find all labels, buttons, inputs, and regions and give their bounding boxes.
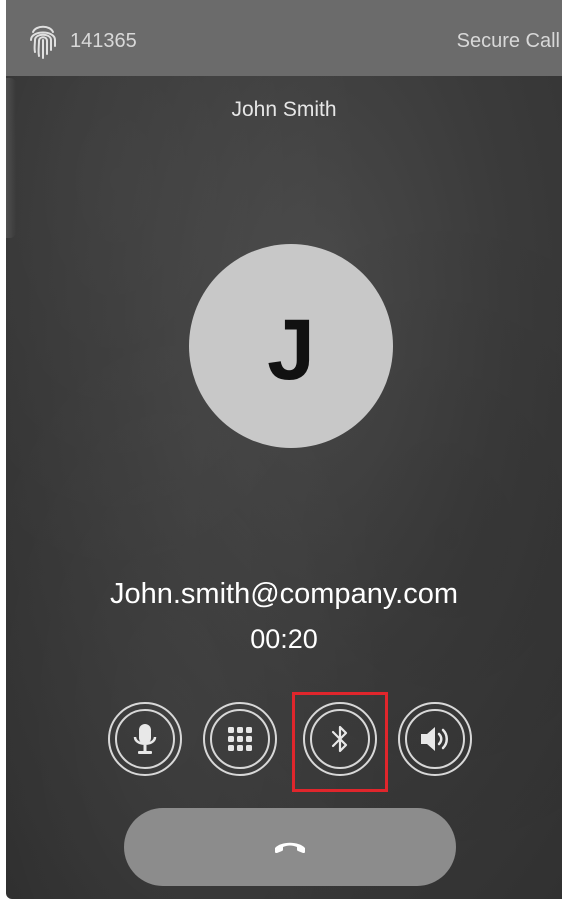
call-screen: 141365 Secure Call John Smith J John.smi… — [6, 0, 562, 899]
fingerprint-icon — [30, 25, 56, 59]
bluetooth-highlight-box — [292, 692, 388, 792]
speaker-button-ring — [405, 709, 465, 769]
speaker-button[interactable] — [398, 702, 472, 776]
secure-call-label: Secure Call — [456, 30, 560, 52]
mute-button-ring — [115, 709, 175, 769]
status-bar: 141365 Secure Call — [6, 0, 562, 76]
call-timer: 00:20 — [250, 624, 318, 654]
dialpad-icon — [228, 727, 252, 751]
background-texture — [6, 0, 562, 899]
dialpad-button[interactable] — [203, 702, 277, 776]
caller-email: John.smith@company.com — [109, 578, 459, 610]
avatar-initial: J — [267, 302, 315, 398]
microphone-icon — [133, 724, 157, 754]
caller-name: John Smith — [231, 98, 337, 121]
dialpad-button-ring — [210, 709, 270, 769]
mute-button[interactable] — [108, 702, 182, 776]
end-call-button[interactable] — [124, 808, 456, 886]
end-call-icon — [275, 842, 305, 853]
call-id: 141365 — [70, 30, 137, 52]
avatar: J — [189, 244, 393, 448]
speaker-icon — [421, 727, 448, 751]
